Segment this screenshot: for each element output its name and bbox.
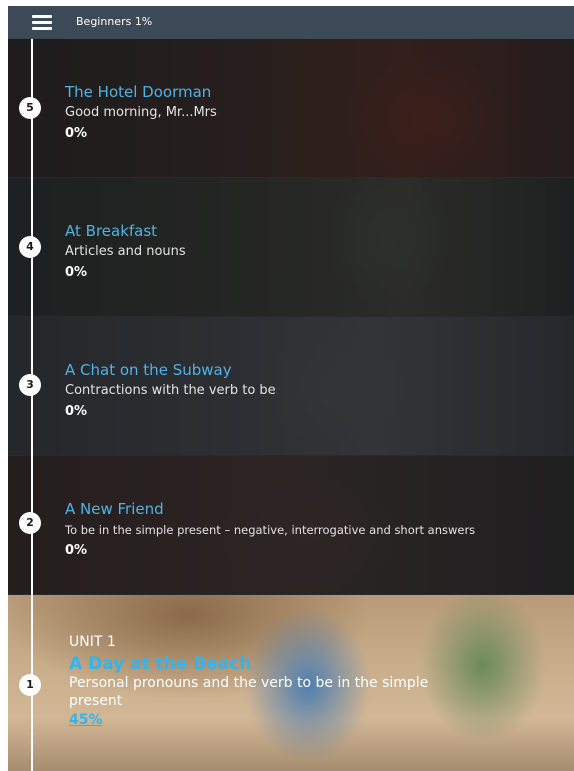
top-bar: Beginners 1% bbox=[8, 6, 574, 39]
lesson-percent: 0% bbox=[65, 543, 88, 558]
lesson-card-2[interactable]: A New Friend To be in the simple present… bbox=[8, 456, 574, 595]
lesson-card-4[interactable]: At Breakfast Articles and nouns 0% bbox=[8, 178, 574, 317]
unit-percent: 45% bbox=[69, 712, 103, 728]
lesson-title[interactable]: A New Friend bbox=[65, 500, 164, 518]
timeline-node-4[interactable]: 4 bbox=[19, 236, 41, 258]
timeline-node-3[interactable]: 3 bbox=[19, 374, 41, 396]
progress-timeline-line bbox=[31, 39, 33, 771]
lesson-subtitle: Good morning, Mr...Mrs bbox=[65, 105, 217, 120]
lesson-subtitle: Articles and nouns bbox=[65, 244, 186, 259]
lesson-subtitle: Contractions with the verb to be bbox=[65, 383, 276, 398]
lesson-percent: 0% bbox=[65, 265, 88, 280]
lesson-percent: 0% bbox=[65, 126, 88, 141]
lesson-title[interactable]: A Chat on the Subway bbox=[65, 361, 232, 379]
timeline-node-1[interactable]: 1 bbox=[19, 674, 41, 696]
timeline-node-5[interactable]: 5 bbox=[19, 97, 41, 119]
lesson-percent: 0% bbox=[65, 404, 88, 419]
lesson-title[interactable]: At Breakfast bbox=[65, 222, 157, 240]
unit-label: UNIT 1 bbox=[69, 634, 116, 650]
lesson-subtitle: To be in the simple present – negative, … bbox=[65, 523, 476, 537]
unit-title[interactable]: A Day at the Beach bbox=[69, 654, 251, 674]
hamburger-menu-icon[interactable] bbox=[32, 15, 52, 30]
app-frame: Beginners 1% The Hotel Doorman Good morn… bbox=[8, 6, 574, 771]
timeline-node-2[interactable]: 2 bbox=[19, 512, 41, 534]
course-title: Beginners 1% bbox=[76, 15, 153, 28]
unit-subtitle: Personal pronouns and the verb to be in … bbox=[69, 675, 429, 709]
lesson-card-5[interactable]: The Hotel Doorman Good morning, Mr...Mrs… bbox=[8, 39, 574, 178]
lesson-title[interactable]: The Hotel Doorman bbox=[65, 83, 211, 101]
lesson-card-3[interactable]: A Chat on the Subway Contractions with t… bbox=[8, 317, 574, 456]
